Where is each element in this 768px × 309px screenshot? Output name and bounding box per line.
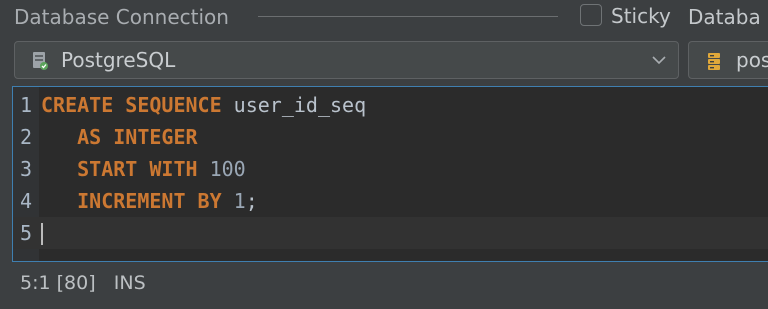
- text-caret: [41, 223, 43, 245]
- line-number: 4: [19, 189, 33, 213]
- connection-header: Database Connection Sticky Databa: [0, 0, 768, 36]
- code-text: START WITH 100: [41, 153, 246, 185]
- code-line[interactable]: 4 INCREMENT BY 1;: [13, 185, 768, 217]
- line-number: 1: [19, 93, 33, 117]
- driver-value: PostgreSQL: [61, 48, 176, 72]
- code-line[interactable]: 3 START WITH 100: [13, 153, 768, 185]
- line-number: 3: [19, 157, 33, 181]
- database-connection-icon: [708, 53, 720, 70]
- connection-select[interactable]: pos: [688, 41, 768, 79]
- code-token-number: 1: [221, 189, 246, 213]
- code-token-identifier: user_id_seq: [221, 93, 367, 117]
- line-number: 2: [19, 125, 33, 149]
- insert-mode: INS: [113, 272, 146, 294]
- code-line[interactable]: 1 CREATE SEQUENCE user_id_seq: [13, 89, 768, 121]
- sticky-label[interactable]: Sticky: [611, 4, 671, 28]
- sql-editor[interactable]: 1 CREATE SEQUENCE user_id_seq 2 AS INTEGER…: [12, 86, 768, 262]
- code-text: AS INTEGER: [41, 121, 198, 153]
- code-token-keyword: START WITH: [77, 157, 198, 181]
- section-title: Database Connection: [14, 5, 229, 29]
- code-token-keyword: CREATE SEQUENCE: [41, 93, 222, 117]
- code-token-punct: ;: [245, 189, 258, 213]
- section-divider: [258, 16, 558, 17]
- code-text: INCREMENT BY 1;: [41, 185, 258, 217]
- status-bar: 5:1 [80] INS: [20, 272, 146, 294]
- database-label: Databa: [688, 5, 761, 29]
- code-text: CREATE SEQUENCE user_id_seq: [41, 89, 366, 121]
- code-line[interactable]: 2 AS INTEGER: [13, 121, 768, 153]
- code-token-keyword: AS INTEGER: [77, 125, 198, 149]
- code-token-keyword: INCREMENT BY: [77, 189, 222, 213]
- cursor-position: 5:1 [80]: [20, 272, 96, 294]
- driver-select[interactable]: PostgreSQL: [14, 41, 679, 79]
- code-token-number: 100: [197, 157, 246, 181]
- sticky-checkbox[interactable]: [580, 4, 602, 26]
- connection-value: pos: [736, 48, 768, 72]
- chevron-down-icon[interactable]: [651, 54, 667, 66]
- code-line[interactable]: 5: [13, 217, 768, 249]
- postgresql-driver-icon: [33, 52, 48, 70]
- line-number: 5: [19, 221, 33, 245]
